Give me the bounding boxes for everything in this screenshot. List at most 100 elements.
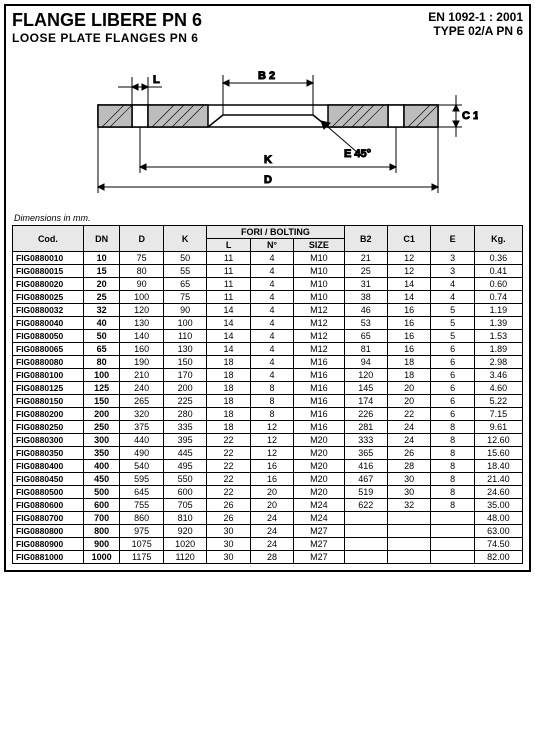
cell-b2: 81 <box>344 343 387 356</box>
cell-d: 90 <box>120 278 163 291</box>
header-left: FLANGE LIBERE PN 6 LOOSE PLATE FLANGES P… <box>12 10 202 45</box>
cell-kg: 15.60 <box>474 447 522 460</box>
cell-e: 6 <box>431 343 474 356</box>
cell-l: 18 <box>207 369 250 382</box>
cell-size: M16 <box>294 408 344 421</box>
cell-e: 4 <box>431 291 474 304</box>
cell-c1: 22 <box>387 408 430 421</box>
th-cod: Cod. <box>13 226 84 252</box>
cell-kg: 1.53 <box>474 330 522 343</box>
cell-b2: 21 <box>344 252 387 265</box>
cell-d: 190 <box>120 356 163 369</box>
cell-l: 22 <box>207 460 250 473</box>
cell-cod: FIG0880010 <box>13 252 84 265</box>
table-row: FIG0880900900107510203024M2774.50 <box>13 538 523 551</box>
cell-n: 24 <box>250 538 293 551</box>
table-row: FIG0880100100210170184M161201863.46 <box>13 369 523 382</box>
cell-n: 24 <box>250 512 293 525</box>
cell-cod: FIG0880450 <box>13 473 84 486</box>
table-row: FIG08800252510075114M10381440.74 <box>13 291 523 304</box>
cell-e: 3 <box>431 265 474 278</box>
th-dn: DN <box>83 226 120 252</box>
cell-d: 755 <box>120 499 163 512</box>
cell-size: M12 <box>294 304 344 317</box>
cell-e: 6 <box>431 369 474 382</box>
cell-dn: 350 <box>83 447 120 460</box>
cell-c1: 30 <box>387 486 430 499</box>
cell-kg: 48.00 <box>474 512 522 525</box>
cell-b2: 120 <box>344 369 387 382</box>
cell-dn: 32 <box>83 304 120 317</box>
th-d: D <box>120 226 163 252</box>
cell-d: 375 <box>120 421 163 434</box>
cell-kg: 18.40 <box>474 460 522 473</box>
header-right: EN 1092-1 : 2001 TYPE 02/A PN 6 <box>428 10 523 38</box>
cell-cod: FIG0880300 <box>13 434 84 447</box>
table-row: FIG08807007008608102624M2448.00 <box>13 512 523 525</box>
cell-l: 18 <box>207 421 250 434</box>
cell-e: 8 <box>431 447 474 460</box>
cell-cod: FIG0880250 <box>13 421 84 434</box>
cell-e <box>431 538 474 551</box>
cell-k: 810 <box>163 512 206 525</box>
cell-c1 <box>387 538 430 551</box>
cell-e: 6 <box>431 382 474 395</box>
cell-dn: 1000 <box>83 551 120 564</box>
cell-d: 265 <box>120 395 163 408</box>
cell-k: 445 <box>163 447 206 460</box>
table-body: FIG0880010107550114M10211230.36FIG088001… <box>13 252 523 564</box>
cell-dn: 250 <box>83 421 120 434</box>
cell-kg: 0.60 <box>474 278 522 291</box>
cell-l: 30 <box>207 551 250 564</box>
cell-dn: 80 <box>83 356 120 369</box>
cell-l: 30 <box>207 525 250 538</box>
cell-size: M16 <box>294 369 344 382</box>
cell-cod: FIG0880080 <box>13 356 84 369</box>
table-row: FIG088006565160130144M12811661.89 <box>13 343 523 356</box>
cell-l: 22 <box>207 486 250 499</box>
cell-kg: 9.61 <box>474 421 522 434</box>
cell-e <box>431 512 474 525</box>
cell-cod: FIG0880700 <box>13 512 84 525</box>
dim-label-l: L <box>153 74 160 86</box>
cell-kg: 4.60 <box>474 382 522 395</box>
page-title: FLANGE LIBERE PN 6 <box>12 10 202 31</box>
cell-dn: 125 <box>83 382 120 395</box>
th-l: L <box>207 239 250 252</box>
cell-b2: 467 <box>344 473 387 486</box>
cell-d: 100 <box>120 291 163 304</box>
table-row: FIG088005050140110144M12651651.53 <box>13 330 523 343</box>
cell-kg: 0.36 <box>474 252 522 265</box>
cell-k: 600 <box>163 486 206 499</box>
cell-d: 210 <box>120 369 163 382</box>
cell-cod: FIG0880125 <box>13 382 84 395</box>
cell-dn: 800 <box>83 525 120 538</box>
cell-d: 80 <box>120 265 163 278</box>
cell-size: M10 <box>294 278 344 291</box>
cell-b2: 46 <box>344 304 387 317</box>
cell-b2: 226 <box>344 408 387 421</box>
cell-size: M27 <box>294 538 344 551</box>
cell-l: 26 <box>207 499 250 512</box>
dim-label-d: D <box>264 174 272 186</box>
cell-l: 14 <box>207 343 250 356</box>
cell-d: 440 <box>120 434 163 447</box>
cell-size: M16 <box>294 356 344 369</box>
cell-l: 18 <box>207 395 250 408</box>
table-row: FIG08806006007557052620M2462232835.00 <box>13 499 523 512</box>
cell-cod: FIG0880040 <box>13 317 84 330</box>
cell-size: M16 <box>294 395 344 408</box>
cell-d: 645 <box>120 486 163 499</box>
cell-cod: FIG0880200 <box>13 408 84 421</box>
cell-c1: 24 <box>387 434 430 447</box>
cell-e: 8 <box>431 499 474 512</box>
cell-n: 16 <box>250 460 293 473</box>
cell-l: 22 <box>207 434 250 447</box>
table-head: Cod. DN D K FORI / BOLTING B2 C1 E Kg. L… <box>13 226 523 252</box>
cell-d: 490 <box>120 447 163 460</box>
cell-b2: 365 <box>344 447 387 460</box>
cell-e: 8 <box>431 486 474 499</box>
cell-d: 75 <box>120 252 163 265</box>
cell-c1: 32 <box>387 499 430 512</box>
cell-k: 335 <box>163 421 206 434</box>
